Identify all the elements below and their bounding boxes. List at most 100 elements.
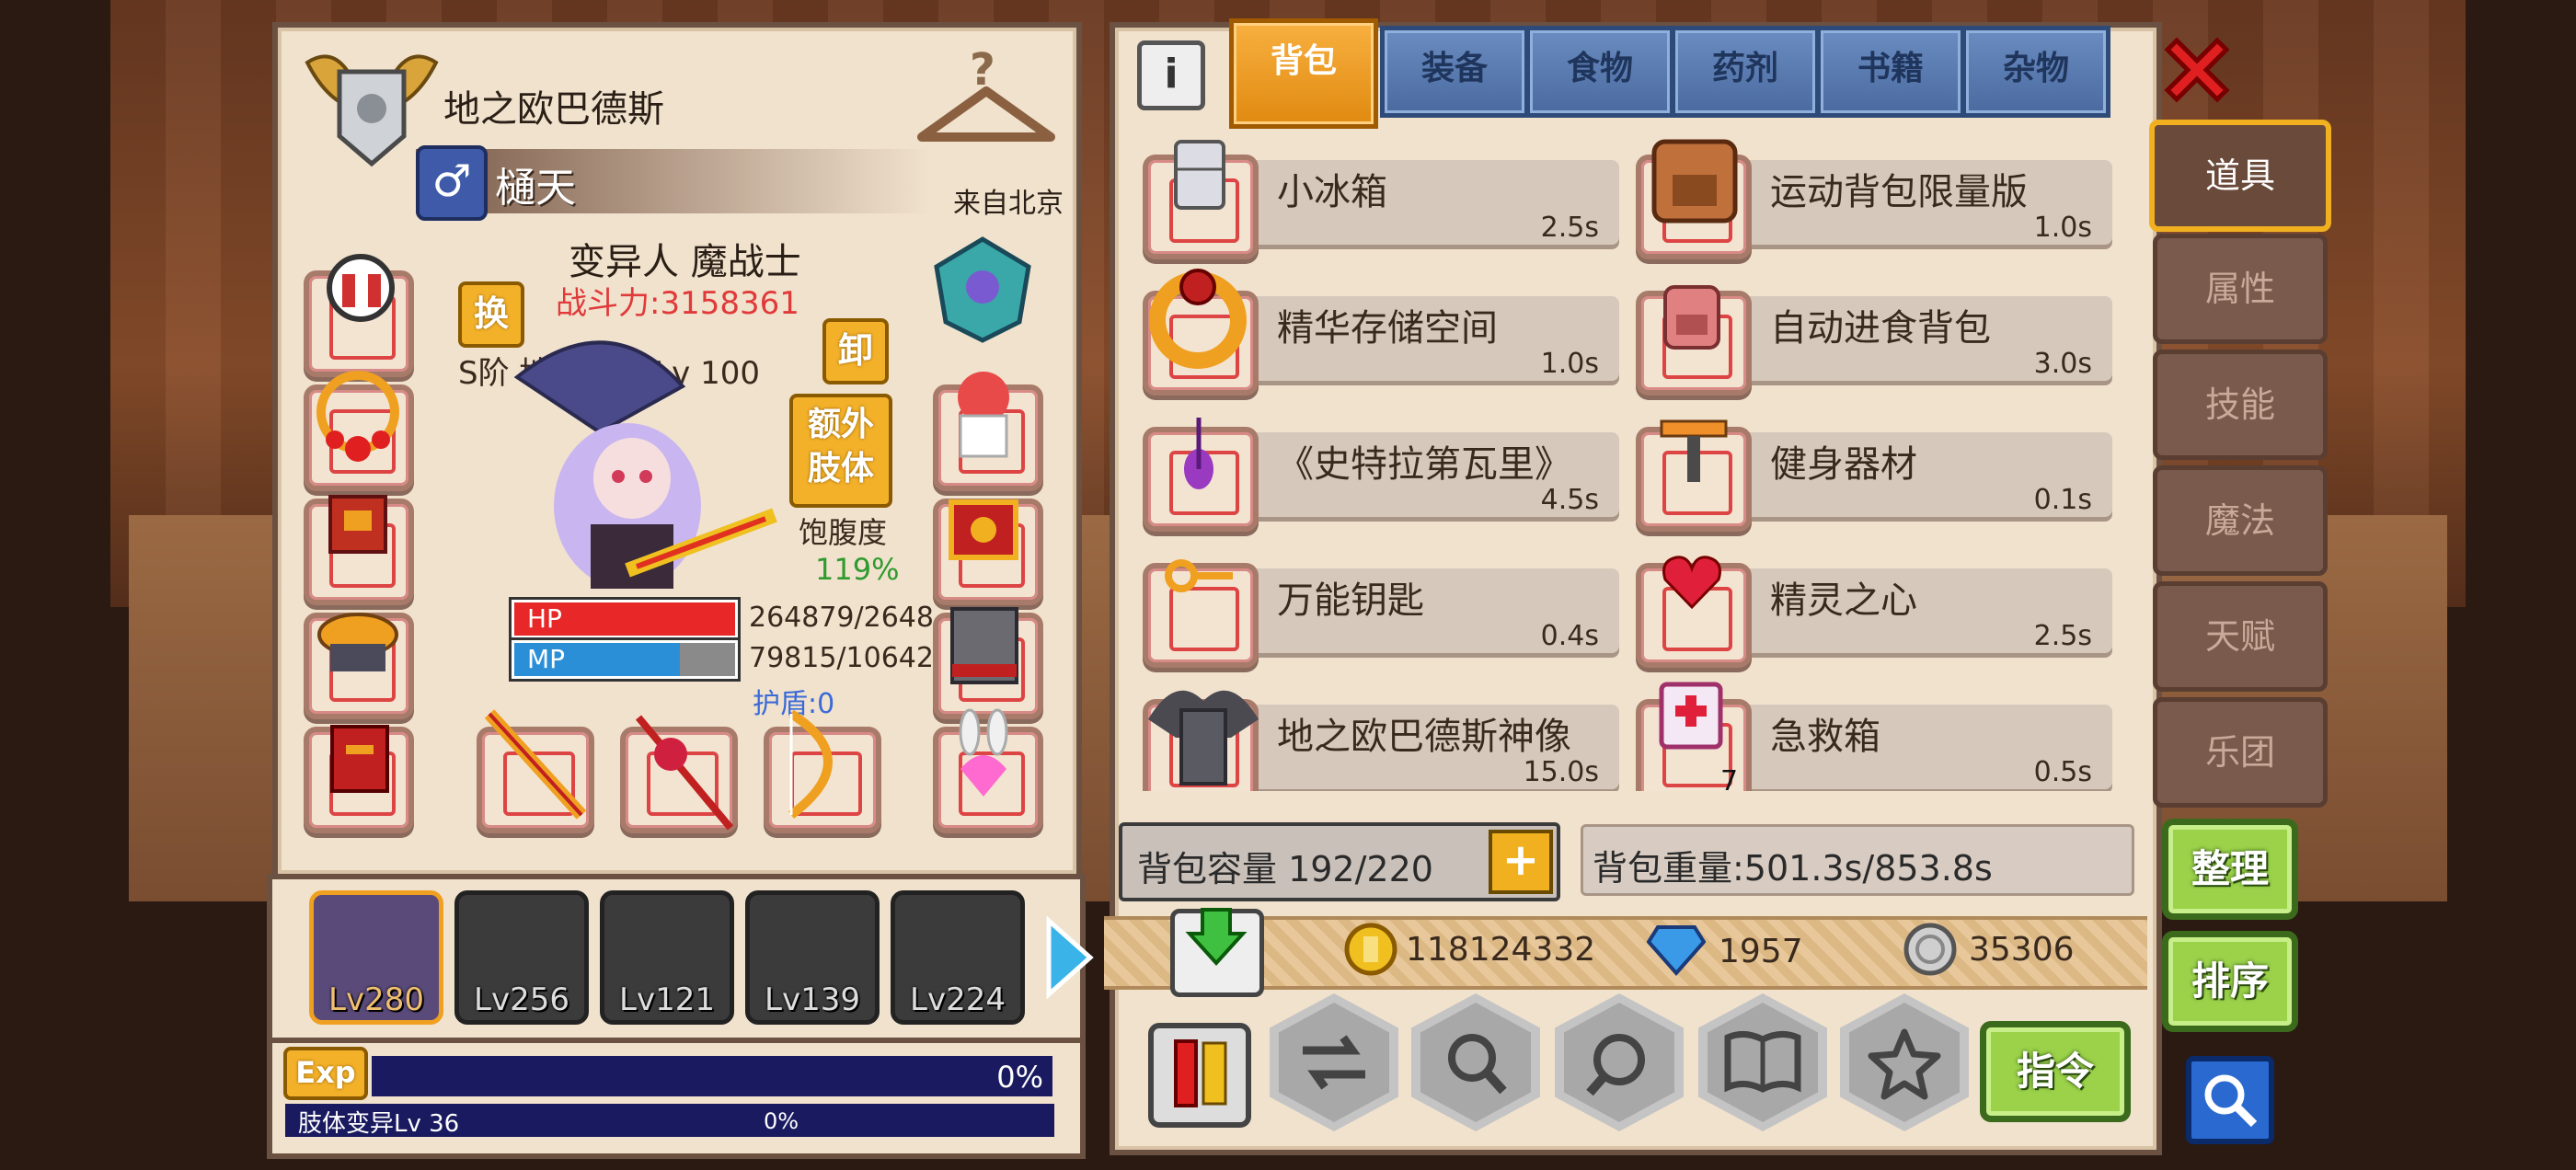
list-item[interactable]: 万能钥匙 0.4s [1139, 537, 1619, 668]
item-name: 运动背包限量版 [1770, 171, 2028, 213]
magnifier-icon [1448, 1034, 1507, 1095]
party-member-1[interactable]: Lv280 [309, 890, 443, 1025]
limb-label: 肢体变异Lv 36 [298, 1110, 460, 1138]
hp-value: 264879/2648 [749, 602, 934, 634]
zoom-icon [1586, 1034, 1645, 1096]
silver-amount: 35306 [1969, 931, 2075, 969]
item-name: 《史特拉第瓦里》 [1277, 443, 1571, 486]
name-bar [416, 149, 931, 213]
tab-misc[interactable]: 杂物 [1961, 26, 2110, 118]
list-item[interactable]: 精灵之心 2.5s [1632, 537, 2112, 668]
belt-icon [317, 613, 398, 671]
close-icon[interactable] [2153, 26, 2241, 114]
list-item[interactable]: 小冰箱 2.5s [1139, 129, 1619, 259]
party-member-level: Lv280 [328, 981, 424, 1018]
list-item[interactable]: 健身器材 0.1s [1632, 401, 2112, 532]
hp-label: HP [527, 603, 562, 634]
list-item[interactable]: 精华存储空间 1.0s [1139, 265, 1619, 396]
order-button[interactable]: 排序 [2162, 931, 2298, 1032]
character-sprite-icon [513, 340, 777, 589]
sidetab-items[interactable]: 道具 [2149, 120, 2331, 232]
fitness-equipment-icon [1660, 419, 1728, 482]
hp-bar: HP [512, 600, 738, 638]
party-member-3[interactable]: Lv121 [600, 890, 734, 1025]
book-icon [1724, 1031, 1801, 1093]
party-member-2[interactable]: Lv256 [454, 890, 589, 1025]
hanger-icon[interactable]: ? [913, 40, 1060, 160]
exp-percent: 0% [996, 1060, 1043, 1095]
party-member-level: Lv139 [765, 981, 860, 1018]
character-name: 樋天 [495, 165, 576, 212]
gold-coin-icon [1344, 923, 1397, 976]
sidetab-band[interactable]: 乐团 [2153, 697, 2328, 808]
bag-capacity-text: 背包容量 192/220 [1137, 849, 1433, 889]
ruby-necklace-icon [316, 371, 399, 462]
search-button[interactable] [2186, 1056, 2274, 1144]
unequip-button[interactable]: 卸 [822, 318, 889, 384]
item-name: 健身器材 [1770, 443, 1917, 486]
sport-backpack-icon [1651, 139, 1738, 224]
swap-arrows-icon [1303, 1035, 1365, 1090]
tab-potions[interactable]: 药剂 [1671, 26, 1820, 118]
info-button[interactable]: i [1137, 40, 1205, 110]
list-item[interactable]: 7 急救箱 0.5s [1632, 673, 2112, 791]
list-item[interactable]: 自动进食背包 3.0s [1632, 265, 2112, 396]
item-name: 急救箱 [1770, 716, 1880, 758]
item-name: 精华存储空间 [1277, 307, 1498, 350]
tab-books[interactable]: 书籍 [1816, 26, 1965, 118]
tab-backpack[interactable]: 背包 [1229, 18, 1378, 129]
golden-staff-icon [484, 709, 587, 820]
mp-value: 79815/10642 [749, 642, 934, 674]
sidetab-attributes[interactable]: 属性 [2153, 234, 2328, 344]
mini-fridge-icon [1174, 140, 1225, 210]
storage-button[interactable] [1170, 908, 1264, 997]
expand-bag-button[interactable]: + [1489, 830, 1553, 894]
bag-weight: 背包重量:501.3s/853.8s [1581, 824, 2134, 896]
armor-icon [328, 495, 387, 554]
next-arrow-icon[interactable] [1040, 916, 1095, 999]
item-time: 2.5s [1540, 212, 1599, 244]
feeding-backpack-icon [1663, 285, 1720, 350]
tab-equipment[interactable]: 装备 [1380, 26, 1529, 118]
gold-crown-icon [949, 499, 1018, 560]
item-time: 1.0s [1540, 348, 1599, 380]
quickslot-button[interactable] [1148, 1023, 1251, 1128]
exp-label: Exp [283, 1047, 368, 1100]
item-time: 0.4s [1540, 620, 1599, 652]
list-item[interactable]: 运动背包限量版 1.0s [1632, 129, 2112, 259]
item-time: 2.5s [2033, 620, 2092, 652]
tab-food[interactable]: 食物 [1525, 26, 1674, 118]
flower-gauntlet-icon [958, 372, 1009, 458]
sidetab-talent[interactable]: 天赋 [2153, 581, 2328, 692]
statue-icon [1148, 690, 1259, 786]
search-icon [2204, 1074, 2258, 1128]
item-name: 地之欧巴德斯神像 [1277, 716, 1571, 758]
spirit-heart-icon [1662, 556, 1721, 610]
list-item[interactable]: 地之欧巴德斯神像 15.0s [1139, 673, 1619, 791]
party-member-4[interactable]: Lv139 [745, 890, 880, 1025]
crystal-badge-icon [934, 236, 1031, 343]
sort-button[interactable]: 整理 [2162, 819, 2298, 920]
item-name: 精灵之心 [1770, 579, 1917, 622]
item-time: 1.0s [2033, 212, 2092, 244]
item-list: 小冰箱 2.5s 运动背包限量版 1.0s 精华存储空间 1.0s 自动进食背包… [1139, 129, 2123, 791]
exp-bar: 0% [372, 1056, 1052, 1096]
limb-percent: 0% [764, 1108, 799, 1134]
extra-limb-button[interactable]: 额外 肢体 [789, 394, 892, 508]
spiked-gauntlet-icon [950, 607, 1018, 684]
command-button[interactable]: 指令 [1980, 1021, 2131, 1122]
party-member-level: Lv256 [474, 981, 569, 1018]
item-time: 4.5s [1540, 484, 1599, 516]
boots-icon [330, 725, 389, 793]
silver-coin-icon [1903, 923, 1957, 976]
mp-bar: MP [512, 640, 738, 679]
party-member-5[interactable]: Lv224 [891, 890, 1025, 1025]
list-item[interactable]: 《史特拉第瓦里》 4.5s [1139, 401, 1619, 532]
diamond-amount: 1957 [1719, 933, 1803, 970]
svg-text:?: ? [970, 44, 995, 96]
first-aid-kit-icon [1659, 682, 1723, 750]
item-name: 万能钥匙 [1277, 579, 1424, 622]
sidetab-magic[interactable]: 魔法 [2153, 465, 2328, 576]
item-time: 15.0s [1523, 756, 1599, 788]
sidetab-skills[interactable]: 技能 [2153, 350, 2328, 460]
